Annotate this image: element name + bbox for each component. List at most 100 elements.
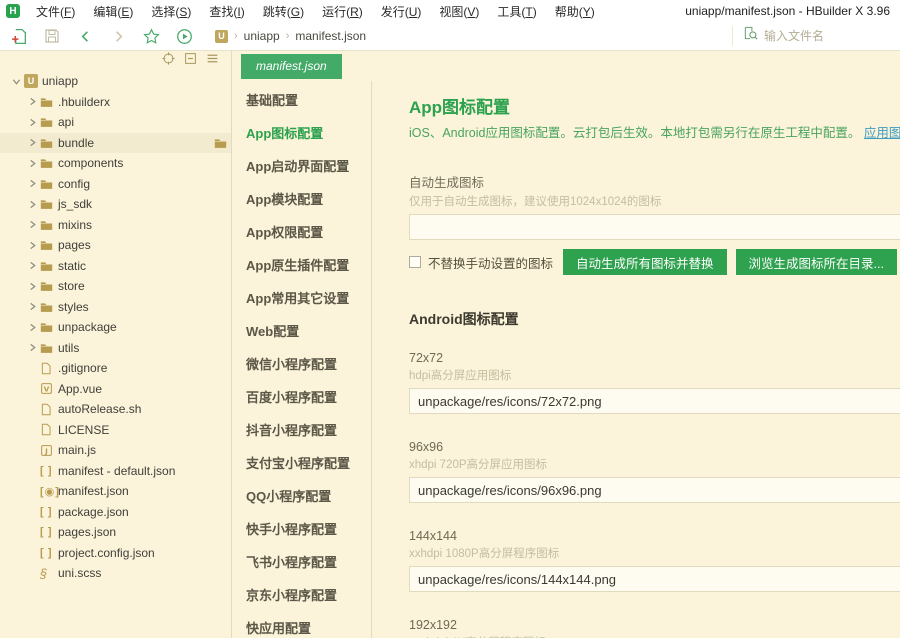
bookmark-button[interactable] (142, 27, 160, 45)
sidebar-menu-icon[interactable] (206, 52, 219, 70)
new-file-button[interactable] (10, 27, 28, 45)
tree-item-uni.scss[interactable]: §uni.scss (0, 563, 231, 584)
icon-group-96x96: 96x96xhdpi 720P高分屏应用图标 (409, 440, 900, 503)
file-icon (40, 423, 58, 436)
chevron-right-icon[interactable] (24, 282, 40, 291)
menu-item-6[interactable]: 发行(U) (372, 1, 431, 22)
android-section-title: Android图标配置 (409, 309, 900, 329)
tree-item-LICENSE[interactable]: LICENSE (0, 420, 231, 441)
icon-path-input-144x144[interactable] (409, 566, 900, 592)
tree-item-pages.json[interactable]: [ ]pages.json (0, 522, 231, 543)
chevron-right-icon[interactable] (24, 200, 40, 209)
chevron-right-icon[interactable] (24, 220, 40, 229)
file-icon: [ ] (40, 506, 58, 518)
nav-item-6[interactable]: App常用其它设置 (232, 281, 371, 314)
tree-item-label: manifest - default.json (58, 464, 175, 478)
icon-path-input-72x72[interactable] (409, 388, 900, 414)
chevron-down-icon[interactable] (8, 77, 24, 86)
tree-item-api[interactable]: api (0, 112, 231, 133)
icon-path-input-96x96[interactable] (409, 477, 900, 503)
menu-item-8[interactable]: 工具(T) (488, 1, 545, 22)
nav-item-7[interactable]: Web配置 (232, 314, 371, 347)
tree-item-.gitignore[interactable]: .gitignore (0, 358, 231, 379)
nav-item-8[interactable]: 微信小程序配置 (232, 347, 371, 380)
tree-item-bundle[interactable]: bundle (0, 133, 231, 154)
chevron-right-icon[interactable] (24, 261, 40, 270)
menu-item-4[interactable]: 跳转(G) (254, 1, 313, 22)
chevron-right-icon[interactable] (24, 179, 40, 188)
tree-item-label: pages (58, 238, 91, 252)
chevron-right-icon[interactable] (24, 302, 40, 311)
nav-item-9[interactable]: 百度小程序配置 (232, 380, 371, 413)
folder-icon (40, 239, 58, 251)
nav-item-1[interactable]: App图标配置 (232, 116, 371, 149)
tree-item-static[interactable]: static (0, 256, 231, 277)
tree-item-App.vue[interactable]: VApp.vue (0, 379, 231, 400)
tree-item-uniapp[interactable]: Uuniapp (0, 71, 231, 92)
generate-all-icons-button[interactable]: 自动生成所有图标并替换 (563, 249, 727, 275)
nav-item-11[interactable]: 支付宝小程序配置 (232, 446, 371, 479)
tree-item-unpackage[interactable]: unpackage (0, 317, 231, 338)
tree-item-store[interactable]: store (0, 276, 231, 297)
run-button[interactable] (175, 27, 193, 45)
nav-item-0[interactable]: 基础配置 (232, 83, 371, 116)
tree-item-config[interactable]: config (0, 174, 231, 195)
locate-file-icon[interactable] (162, 52, 175, 70)
tree-item-mixins[interactable]: mixins (0, 215, 231, 236)
chevron-right-icon[interactable] (24, 159, 40, 168)
tree-item-project.config.json[interactable]: [ ]project.config.json (0, 543, 231, 564)
tree-item-components[interactable]: components (0, 153, 231, 174)
tree-item-js-sdk[interactable]: js_sdk (0, 194, 231, 215)
menu-item-2[interactable]: 选择(S) (142, 1, 200, 22)
chevron-right-icon[interactable] (24, 97, 40, 106)
nav-item-13[interactable]: 快手小程序配置 (232, 512, 371, 545)
search-box[interactable] (732, 26, 894, 46)
tree-item-autoRelease.sh[interactable]: autoRelease.sh (0, 399, 231, 420)
nav-item-15[interactable]: 京东小程序配置 (232, 578, 371, 611)
tree-item-styles[interactable]: styles (0, 297, 231, 318)
icon-config-notes-link[interactable]: 应用图标配置注意事 (864, 126, 900, 140)
nav-item-10[interactable]: 抖音小程序配置 (232, 413, 371, 446)
menu-item-3[interactable]: 查找(I) (200, 1, 253, 22)
nav-item-4[interactable]: App权限配置 (232, 215, 371, 248)
android-icon-groups: 72x72hdpi高分屏应用图标96x96xhdpi 720P高分屏应用图标14… (409, 351, 900, 638)
tree-item-manifest.json[interactable]: [◉]manifest.json (0, 481, 231, 502)
nav-item-16[interactable]: 快应用配置 (232, 611, 371, 638)
collapse-all-icon[interactable] (184, 52, 197, 70)
nav-item-3[interactable]: App模块配置 (232, 182, 371, 215)
save-button[interactable] (43, 27, 61, 45)
chevron-right-icon[interactable] (24, 323, 40, 332)
tree-item-utils[interactable]: utils (0, 338, 231, 359)
back-button[interactable] (76, 27, 94, 45)
forward-button[interactable] (109, 27, 127, 45)
search-input[interactable] (764, 29, 894, 43)
chevron-right-icon[interactable] (24, 343, 40, 352)
menu-item-5[interactable]: 运行(R) (313, 1, 372, 22)
file-icon (40, 403, 58, 416)
tree-item-main.js[interactable]: Jmain.js (0, 440, 231, 461)
keep-manual-icons-checkbox[interactable] (409, 256, 421, 268)
nav-item-14[interactable]: 飞书小程序配置 (232, 545, 371, 578)
menu-item-1[interactable]: 编辑(E) (84, 1, 142, 22)
auto-icon-hint: 仅用于自动生成图标，建议使用1024x1024的图标 (409, 193, 900, 209)
tree-item-.hbuilderx[interactable]: .hbuilderx (0, 92, 231, 113)
menu-item-9[interactable]: 帮助(Y) (546, 1, 604, 22)
tree-item-manifest---default.json[interactable]: [ ]manifest - default.json (0, 461, 231, 482)
auto-icon-input[interactable] (409, 214, 900, 240)
nav-item-12[interactable]: QQ小程序配置 (232, 479, 371, 512)
chevron-right-icon[interactable] (24, 241, 40, 250)
menu-item-0[interactable]: 文件(F) (27, 1, 84, 22)
nav-item-2[interactable]: App启动界面配置 (232, 149, 371, 182)
chevron-right-icon[interactable] (24, 118, 40, 127)
breadcrumb-item-file[interactable]: manifest.json (295, 29, 366, 43)
breadcrumb-item-project[interactable]: uniapp (244, 29, 280, 43)
tree-item-pages[interactable]: pages (0, 235, 231, 256)
chevron-right-icon[interactable] (24, 138, 40, 147)
nav-item-5[interactable]: App原生插件配置 (232, 248, 371, 281)
tree-item-package.json[interactable]: [ ]package.json (0, 502, 231, 523)
folder-icon (40, 342, 58, 354)
file-icon: [ ] (40, 547, 58, 559)
tab-manifest-json[interactable]: manifest.json (241, 54, 342, 79)
menu-item-7[interactable]: 视图(V) (430, 1, 488, 22)
browse-icons-dir-button[interactable]: 浏览生成图标所在目录... (736, 249, 897, 275)
